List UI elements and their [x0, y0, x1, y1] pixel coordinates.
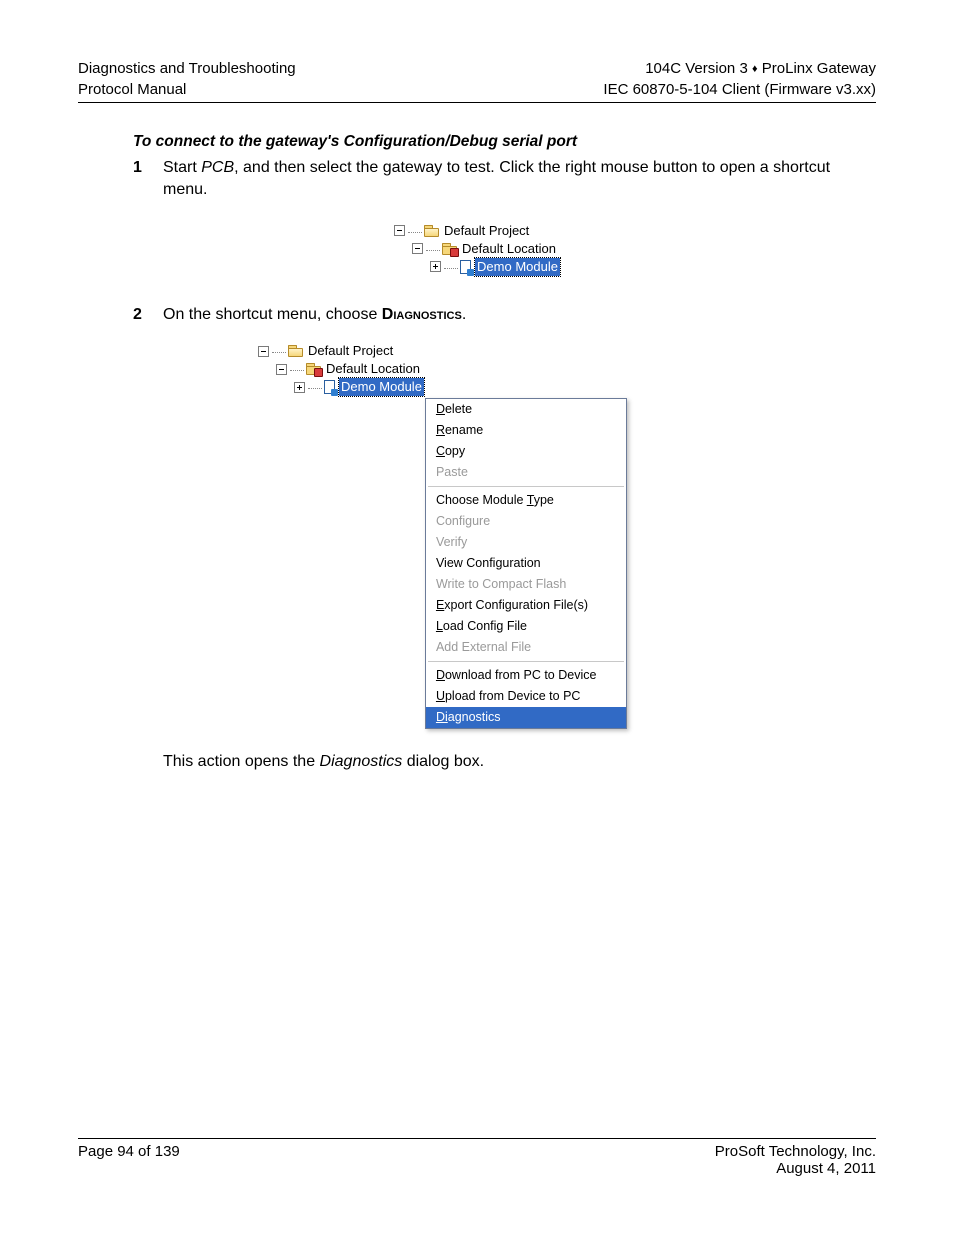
menu-item-load-config[interactable]: Load Config File [426, 616, 626, 637]
header-left-line1: Diagnostics and Troubleshooting [78, 58, 296, 79]
tree2-row-project[interactable]: Default Project [258, 342, 424, 360]
menu-item-upload[interactable]: Upload from Device to PC [426, 686, 626, 707]
tree2-label-location: Default Location [324, 360, 422, 378]
tree-label-module: Demo Module [475, 258, 560, 276]
tree-label-location: Default Location [460, 240, 558, 258]
collapse-icon[interactable] [412, 243, 423, 254]
menu-item-write-compact-flash: Write to Compact Flash [426, 574, 626, 595]
tree-connector [426, 239, 440, 251]
menu-item-add-external: Add External File [426, 637, 626, 658]
tree2-label-module: Demo Module [339, 378, 424, 396]
menu-item-diagnostics[interactable]: Diagnostics [426, 707, 626, 728]
closing-diagnostics: Diagnostics [320, 753, 403, 770]
menu-item-choose-module-type[interactable]: Choose Module Type [426, 490, 626, 511]
tree-connector [290, 359, 304, 371]
expand-icon[interactable] [430, 261, 441, 272]
module-icon [324, 380, 336, 394]
step-2-number: 2 [133, 304, 163, 326]
step-1-pcb: PCB [201, 159, 234, 176]
tree-connector [444, 257, 458, 269]
tree2-label-project: Default Project [306, 342, 395, 360]
step-1: 1 Start PCB, and then select the gateway… [133, 157, 876, 202]
header-right-line2: IEC 60870-5-104 Client (Firmware v3.xx) [603, 79, 876, 100]
step-2-diagnostics: Diagnostics [382, 306, 462, 323]
closing-text: This action opens the Diagnostics dialog… [163, 753, 876, 771]
tree2-row-module[interactable]: Demo Module [258, 378, 424, 396]
tree-connector [308, 377, 322, 389]
footer-company: ProSoft Technology, Inc. [715, 1143, 876, 1160]
header-right: 104C Version 3 ♦ ProLinx Gateway IEC 608… [603, 58, 876, 100]
menu-item-paste: Paste [426, 462, 626, 483]
tree-figure-2: Default Project Default Location Demo Mo… [258, 342, 876, 729]
menu-item-view-configuration[interactable]: View Configuration [426, 553, 626, 574]
footer-left: Page 94 of 139 [78, 1143, 180, 1177]
tree-figure-1: Default Project Default Location Demo Mo… [394, 222, 560, 276]
menu-item-download[interactable]: Download from PC to Device [426, 665, 626, 686]
page-header: Diagnostics and Troubleshooting Protocol… [78, 58, 876, 103]
menu-item-delete[interactable]: Delete [426, 399, 626, 420]
tree-label-project: Default Project [442, 222, 531, 240]
step-2-text-b: . [462, 306, 466, 323]
menu-item-rename[interactable]: Rename [426, 420, 626, 441]
expand-icon[interactable] [294, 382, 305, 393]
step-1-text-b: , and then select the gateway to test. C… [163, 159, 830, 198]
menu-separator [428, 486, 624, 487]
tree-row-project[interactable]: Default Project [394, 222, 560, 240]
footer-date: August 4, 2011 [715, 1160, 876, 1177]
header-left-line2: Protocol Manual [78, 79, 296, 100]
collapse-icon[interactable] [394, 225, 405, 236]
module-icon [460, 260, 472, 274]
tree-connector [272, 341, 286, 353]
closing-a: This action opens the [163, 753, 320, 770]
tree-row-location[interactable]: Default Location [394, 240, 560, 258]
folder-icon [288, 345, 303, 357]
step-1-number: 1 [133, 157, 163, 202]
page-footer: Page 94 of 139 ProSoft Technology, Inc. … [78, 1138, 876, 1177]
header-right-line1b: ProLinx Gateway [762, 60, 876, 77]
step-1-body: Start PCB, and then select the gateway t… [163, 157, 876, 202]
menu-item-configure: Configure [426, 511, 626, 532]
footer-right: ProSoft Technology, Inc. August 4, 2011 [715, 1143, 876, 1177]
menu-item-copy[interactable]: Copy [426, 441, 626, 462]
header-right-line1a: 104C Version 3 [645, 60, 748, 77]
step-2: 2 On the shortcut menu, choose Diagnosti… [133, 304, 876, 326]
section-title: To connect to the gateway's Configuratio… [133, 133, 876, 151]
context-menu: Delete Rename Copy Paste Choose Module T… [425, 398, 627, 729]
step-1-text-a: Start [163, 159, 201, 176]
collapse-icon[interactable] [276, 364, 287, 375]
tree2-row-location[interactable]: Default Location [258, 360, 424, 378]
tree-row-module[interactable]: Demo Module [394, 258, 560, 276]
collapse-icon[interactable] [258, 346, 269, 357]
folder-icon [424, 225, 439, 237]
tree-connector [408, 221, 422, 233]
page: Diagnostics and Troubleshooting Protocol… [0, 0, 954, 1235]
header-left: Diagnostics and Troubleshooting Protocol… [78, 58, 296, 100]
header-right-line1: 104C Version 3 ♦ ProLinx Gateway [603, 58, 876, 79]
menu-item-export-config[interactable]: Export Configuration File(s) [426, 595, 626, 616]
step-2-body: On the shortcut menu, choose Diagnostics… [163, 304, 876, 326]
step-2-text-a: On the shortcut menu, choose [163, 306, 382, 323]
menu-separator [428, 661, 624, 662]
tree-2: Default Project Default Location Demo Mo… [258, 342, 424, 396]
closing-b: dialog box. [402, 753, 484, 770]
folder-icon [306, 363, 321, 375]
diamond-icon: ♦ [752, 63, 758, 75]
menu-item-verify: Verify [426, 532, 626, 553]
folder-icon [442, 243, 457, 255]
